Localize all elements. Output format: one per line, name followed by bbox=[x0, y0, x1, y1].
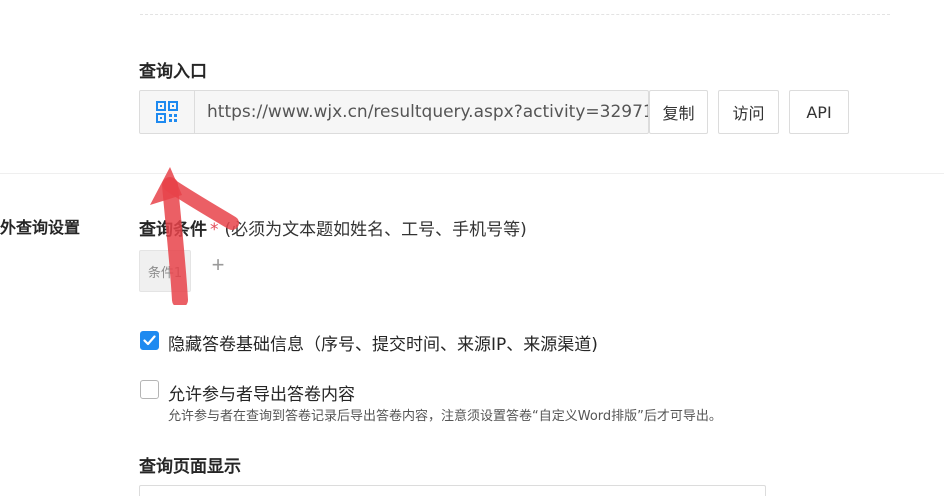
allow-export-label[interactable]: 允许参与者导出答卷内容 bbox=[168, 380, 355, 405]
allow-export-checkbox[interactable] bbox=[140, 380, 159, 399]
copy-button[interactable]: 复制 bbox=[649, 90, 708, 134]
query-condition-label: 查询条件 * (必须为文本题如姓名、工号、手机号等) bbox=[139, 220, 527, 240]
qr-code-icon[interactable] bbox=[140, 91, 195, 133]
visit-button[interactable]: 访问 bbox=[718, 90, 779, 134]
query-url-text[interactable]: https://www.wjx.cn/resultquery.aspx?acti… bbox=[195, 102, 648, 122]
query-condition-hint: (必须为文本题如姓名、工号、手机号等) bbox=[224, 220, 527, 240]
section-divider bbox=[0, 173, 944, 174]
hide-basic-info-checkbox[interactable] bbox=[140, 331, 159, 350]
hide-basic-info-label[interactable]: 隐藏答卷基础信息（序号、提交时间、来源IP、来源渠道) bbox=[168, 330, 598, 355]
page-display-field[interactable] bbox=[139, 485, 766, 496]
condition-tag-1[interactable]: 条件1 bbox=[139, 250, 191, 292]
top-divider bbox=[140, 14, 890, 15]
required-mark: * bbox=[210, 220, 219, 240]
query-url-field[interactable]: https://www.wjx.cn/resultquery.aspx?acti… bbox=[139, 90, 649, 134]
query-entry-heading: 查询入口 bbox=[139, 62, 207, 82]
add-condition-icon[interactable]: + bbox=[207, 252, 229, 278]
allow-export-description: 允许参与者在查询到答卷记录后导出答卷内容，注意须设置答卷“自定义Word排版”后… bbox=[168, 409, 722, 424]
api-button[interactable]: API bbox=[789, 90, 849, 134]
external-query-settings-label: 对外查询设置 bbox=[0, 218, 81, 237]
page-display-heading: 查询页面显示 bbox=[139, 457, 241, 477]
result-query-settings-page: 查询入口 https://www.wjx.cn/resultquery.aspx… bbox=[0, 0, 944, 496]
checkmark-icon bbox=[143, 335, 156, 346]
